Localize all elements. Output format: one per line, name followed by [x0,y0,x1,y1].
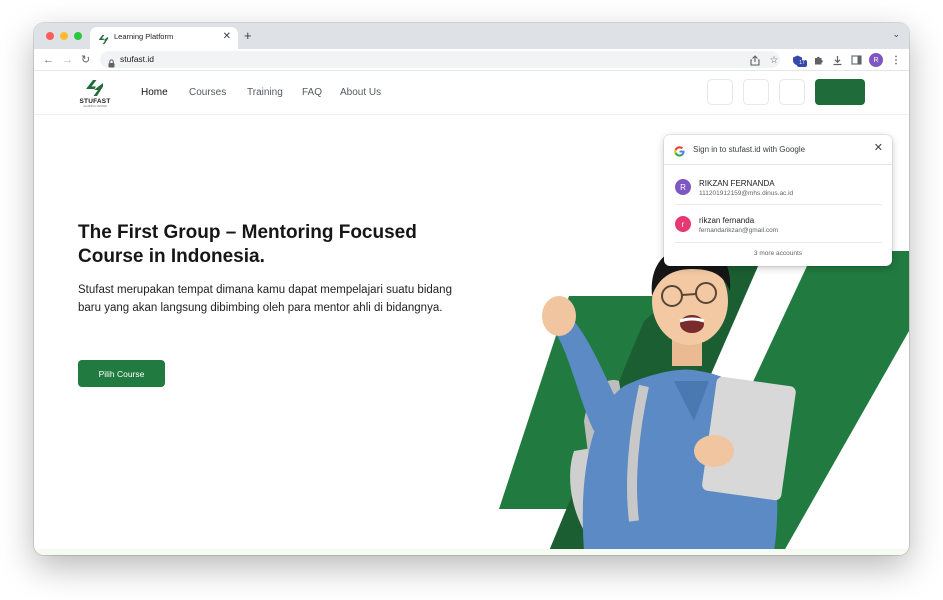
header-login-button[interactable] [815,79,865,105]
nav-training[interactable]: Training [247,87,283,98]
tab-title: Learning Platform [114,32,174,41]
account-item[interactable]: R RIKZAN FERNANDA 111201912159@mhs.dinus… [664,169,892,205]
account-avatar: r [675,216,691,232]
header-icon-button[interactable] [707,79,733,105]
browser-toolbar: ← → ↻ stufast.id ☆ 17 R ⋮ [34,49,909,71]
divider [675,204,882,205]
reload-icon[interactable]: ↻ [81,52,90,68]
side-panel-icon[interactable] [849,53,863,67]
nav-faq[interactable]: FAQ [302,87,322,98]
stufast-logo[interactable]: STUFAST LEARNING CENTER [78,79,112,109]
profile-avatar[interactable]: R [869,53,883,67]
signin-title: Sign in to stufast.id with Google [693,145,806,154]
header-icon-button[interactable] [779,79,805,105]
tab-strip: Learning Platform ✕ + ⌄ [34,23,909,49]
account-item[interactable]: r rikzan fernanda fernandarikzan@gmail.c… [664,206,892,242]
page-footer-strip [34,549,909,555]
more-accounts-link[interactable]: 3 more accounts [664,250,892,257]
new-tab-button[interactable]: + [244,27,252,45]
extensions-puzzle-icon[interactable] [811,53,825,67]
divider [675,242,882,243]
forward-arrow-icon[interactable]: → [62,52,73,68]
browser-window: Learning Platform ✕ + ⌄ ← → ↻ stufast.id… [34,23,909,555]
signin-close-icon[interactable]: ✕ [874,141,883,155]
kebab-menu-icon[interactable]: ⋮ [889,53,903,67]
zoom-window-button[interactable] [74,32,82,40]
tab-close-icon[interactable]: ✕ [223,30,231,44]
tab-search-chevron-icon[interactable]: ⌄ [892,29,900,40]
web-page: STUFAST LEARNING CENTER Home Courses Tra… [34,71,909,555]
pilih-course-button[interactable]: Pilih Course [78,360,165,387]
account-name: RIKZAN FERNANDA [699,179,775,188]
nav-courses[interactable]: Courses [189,87,226,98]
minimize-window-button[interactable] [60,32,68,40]
account-name: rikzan fernanda [699,216,755,225]
nav-about-us[interactable]: About Us [340,87,381,98]
hero-description: Stufast merupakan tempat dimana kamu dap… [78,284,452,314]
brand-tagline: LEARNING CENTER [83,105,107,108]
google-signin-popup: Sign in to stufast.id with Google ✕ R RI… [664,135,892,266]
nav-home[interactable]: Home [141,87,168,98]
google-g-icon [674,144,685,157]
stufast-logo-icon [86,80,103,96]
download-icon[interactable] [830,53,844,67]
close-window-button[interactable] [46,32,54,40]
browser-tab[interactable]: Learning Platform ✕ [90,27,238,49]
hero-title: The First Group – Mentoring Focused Cour… [78,222,417,267]
share-icon[interactable] [748,53,762,67]
back-arrow-icon[interactable]: ← [43,52,54,68]
site-header: STUFAST LEARNING CENTER Home Courses Tra… [34,71,909,115]
brand-name: STUFAST [79,98,111,105]
account-avatar: R [675,179,691,195]
address-bar[interactable]: stufast.id [100,51,780,68]
account-email: 111201912159@mhs.dinus.ac.id [699,190,794,197]
lock-icon [108,55,115,68]
header-icon-button[interactable] [743,79,769,105]
account-email: fernandarikzan@gmail.com [699,227,779,234]
url-text: stufast.id [120,54,155,64]
bookmark-star-icon[interactable]: ☆ [767,53,781,67]
stufast-favicon-icon [98,32,109,45]
divider [664,164,892,165]
extension-badge: 17 [797,60,807,67]
